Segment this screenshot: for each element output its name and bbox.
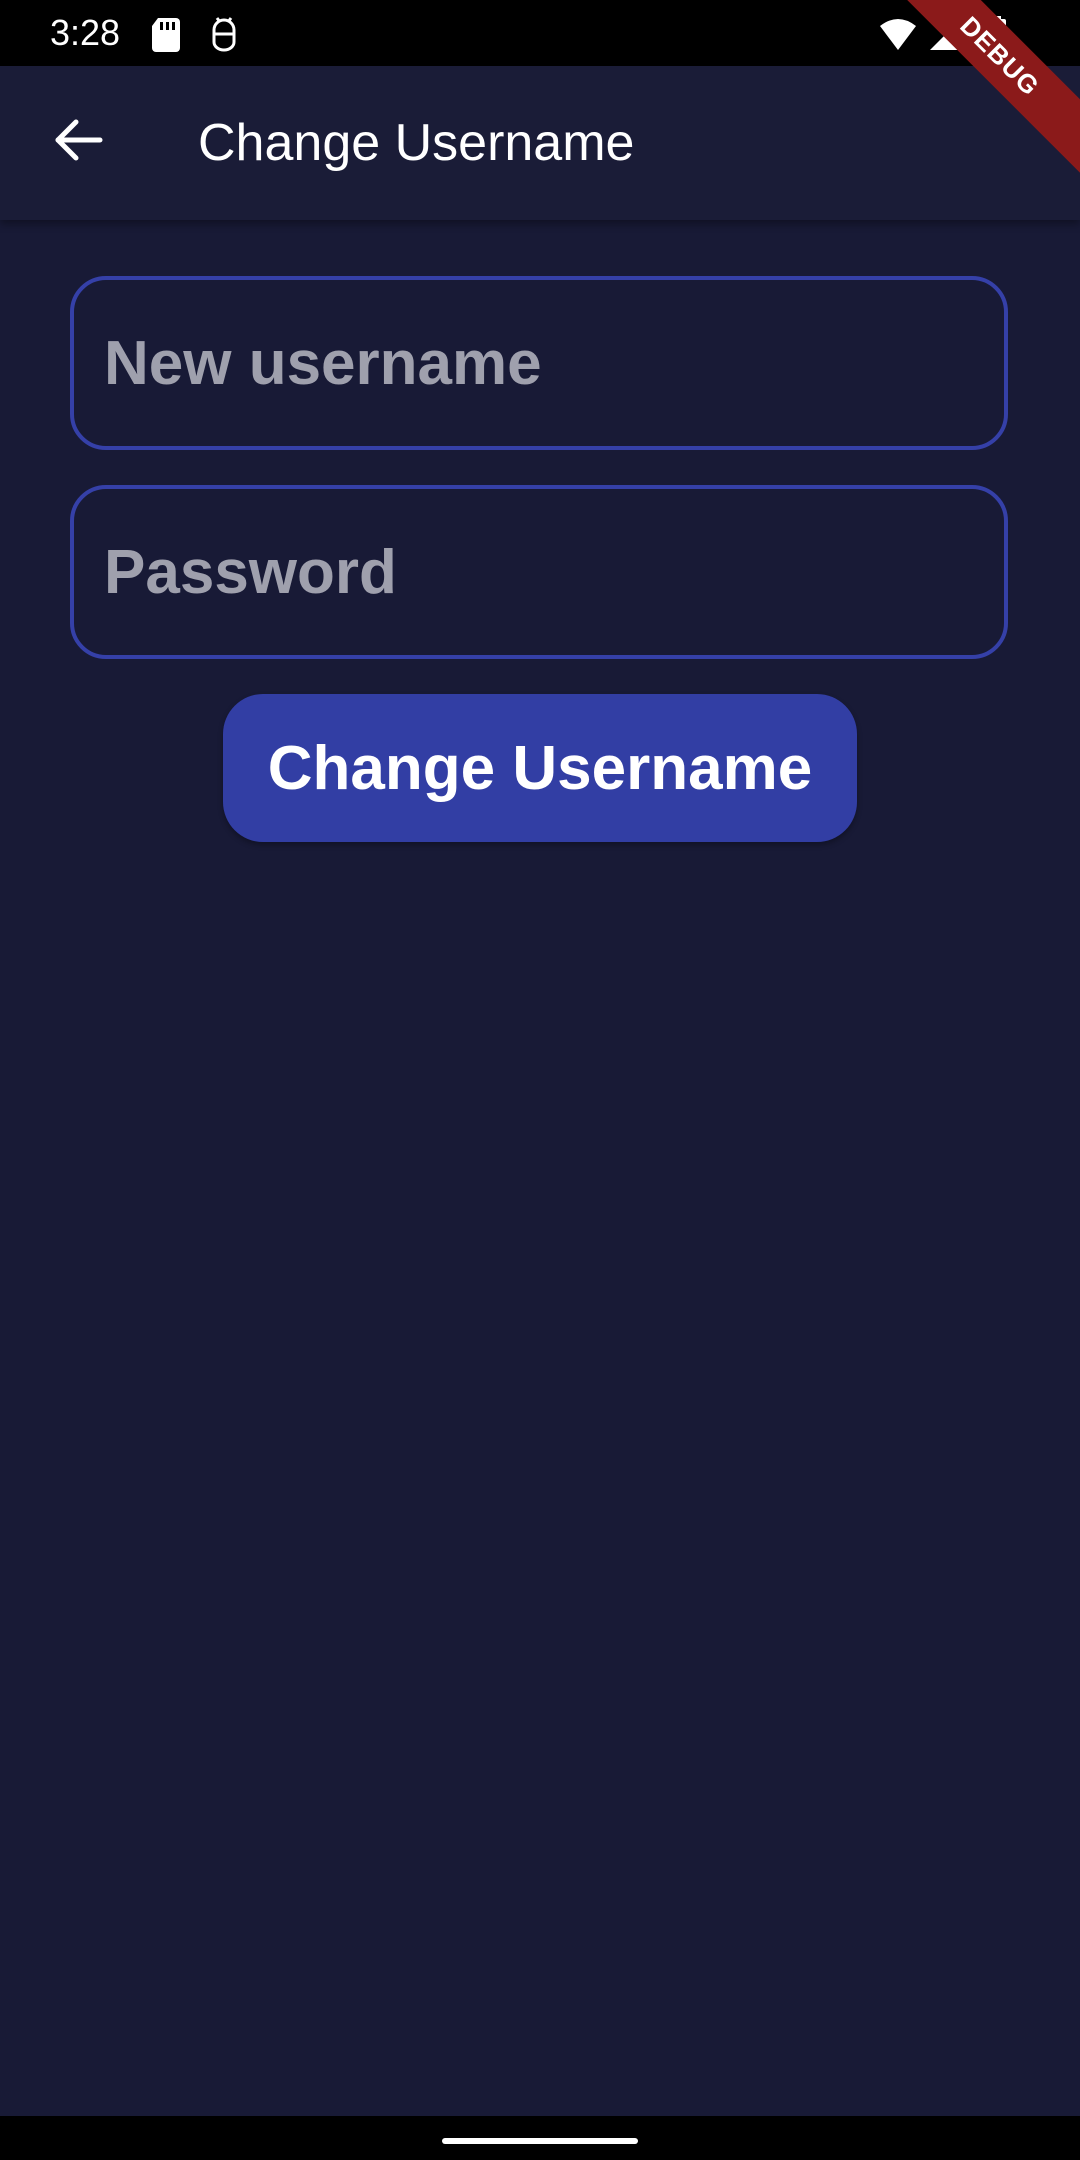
arrow-left-icon <box>52 114 104 171</box>
back-button[interactable] <box>42 106 114 178</box>
app-bar: Change Username <box>0 66 1080 220</box>
sd-card-icon <box>146 14 186 54</box>
home-indicator[interactable] <box>442 2138 638 2144</box>
wifi-icon <box>878 14 918 54</box>
screen: 3:28 DEBUG Change Username New username … <box>0 0 1080 2160</box>
android-debug-icon <box>204 14 244 54</box>
navigation-bar <box>0 2116 1080 2160</box>
password-input[interactable] <box>74 489 1004 655</box>
change-username-button[interactable]: Change Username <box>223 694 857 842</box>
username-field-container <box>70 276 1008 450</box>
password-field-container <box>70 485 1008 659</box>
page-title: Change Username <box>198 114 635 172</box>
new-username-input[interactable] <box>74 280 1004 446</box>
status-time: 3:28 <box>50 12 121 53</box>
